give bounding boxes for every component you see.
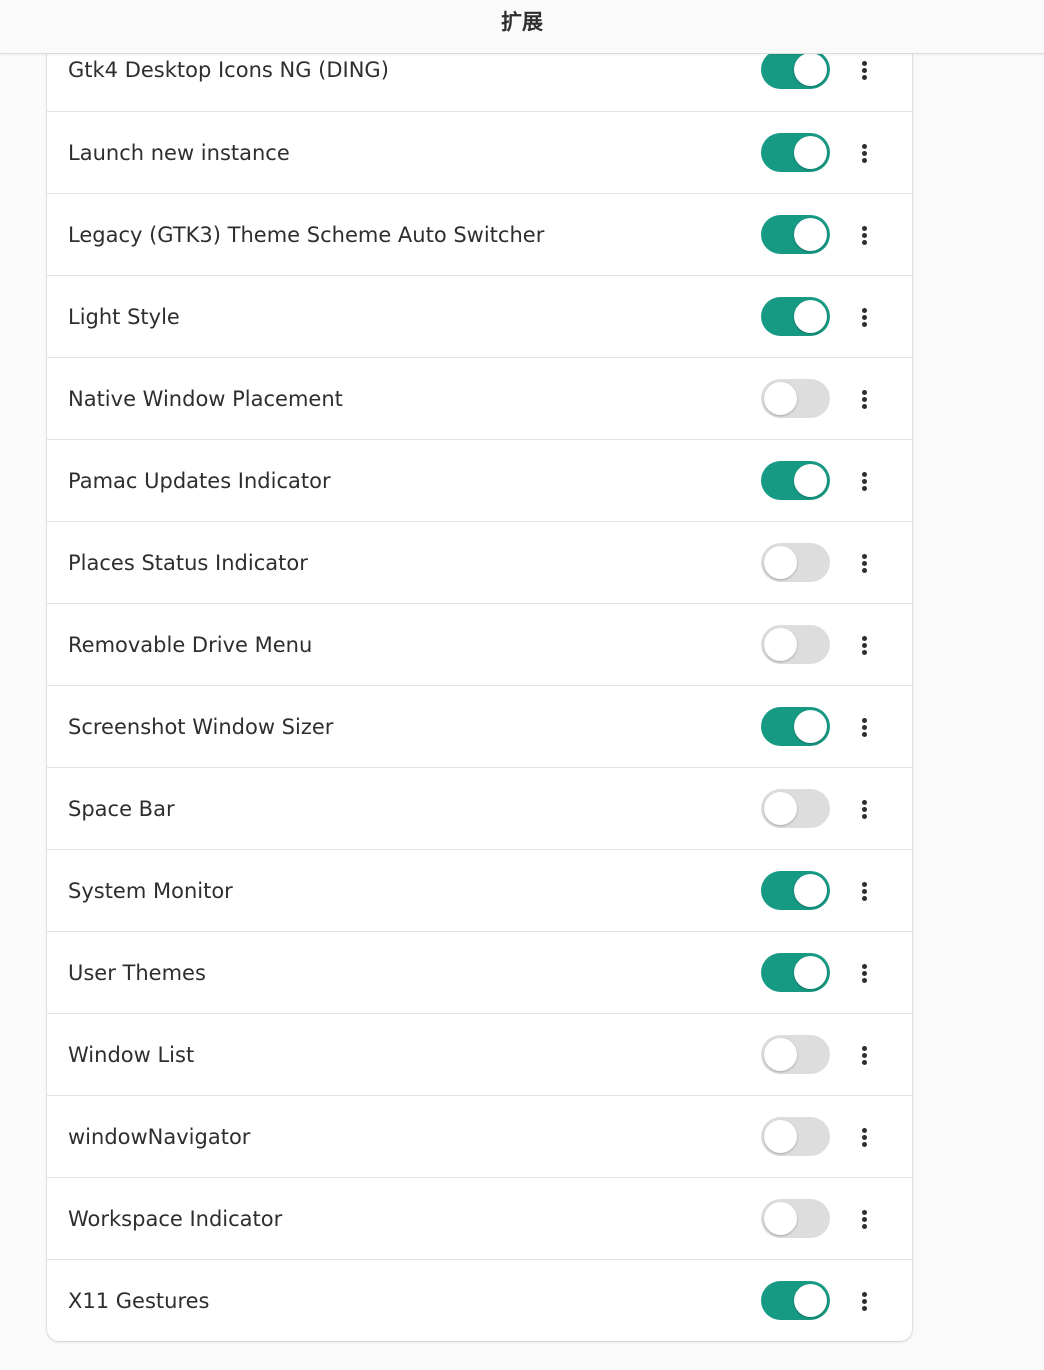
view-more-icon[interactable] [847,1116,881,1158]
toggle-knob [794,956,827,989]
extension-row: Workspace Indicator [47,1177,912,1259]
extension-name: Pamac Updates Indicator [68,469,331,493]
extension-toggle[interactable] [761,707,830,746]
toggle-knob [794,300,827,333]
view-more-icon[interactable] [847,1034,881,1076]
extension-toggle[interactable] [761,543,830,582]
extension-name: Light Style [68,305,180,329]
page-title: 扩展 [501,10,543,34]
extension-name: Launch new instance [68,141,290,165]
extension-row: Light Style [47,275,912,357]
toggle-knob [794,464,827,497]
extension-row: X11 Gestures [47,1259,912,1341]
view-more-icon[interactable] [847,952,881,994]
toggle-knob [794,218,827,251]
extension-row: Pamac Updates Indicator [47,439,912,521]
toggle-knob [794,53,827,86]
extension-toggle[interactable] [761,133,830,172]
view-more-icon[interactable] [847,49,881,91]
toggle-knob [764,1038,797,1071]
extension-name: X11 Gestures [68,1289,210,1313]
extension-row: windowNavigator [47,1095,912,1177]
toggle-knob [764,792,797,825]
extension-row: Legacy (GTK3) Theme Scheme Auto Switcher [47,193,912,275]
view-more-icon[interactable] [847,378,881,420]
extension-row: Screenshot Window Sizer [47,685,912,767]
extension-name: System Monitor [68,879,233,903]
extension-toggle[interactable] [761,215,830,254]
toggle-knob [764,1120,797,1153]
view-more-icon[interactable] [847,870,881,912]
view-more-icon[interactable] [847,460,881,502]
extension-name: windowNavigator [68,1125,251,1149]
extension-toggle[interactable] [761,1281,830,1320]
view-more-icon[interactable] [847,132,881,174]
toggle-knob [794,710,827,743]
extension-name: Places Status Indicator [68,551,308,575]
view-more-icon[interactable] [847,706,881,748]
extension-name: User Themes [68,961,206,985]
extension-toggle[interactable] [761,379,830,418]
extension-row: Removable Drive Menu [47,603,912,685]
extension-row: System Monitor [47,849,912,931]
extension-row: Launch new instance [47,111,912,193]
extension-name: Native Window Placement [68,387,343,411]
extension-row: Space Bar [47,767,912,849]
extension-name: Legacy (GTK3) Theme Scheme Auto Switcher [68,223,545,247]
toggle-knob [764,546,797,579]
toggle-knob [794,874,827,907]
toggle-knob [764,628,797,661]
extension-toggle[interactable] [761,297,830,336]
extension-name: Space Bar [68,797,175,821]
view-more-icon[interactable] [847,788,881,830]
extension-name: Screenshot Window Sizer [68,715,334,739]
header-bar: 扩展 [0,0,1044,54]
extension-row: Window List [47,1013,912,1095]
extension-row: User Themes [47,931,912,1013]
extension-toggle[interactable] [761,1035,830,1074]
toggle-knob [794,136,827,169]
view-more-icon[interactable] [847,214,881,256]
extension-toggle[interactable] [761,1199,830,1238]
view-more-icon[interactable] [847,624,881,666]
view-more-icon[interactable] [847,1280,881,1322]
extension-name: Window List [68,1043,195,1067]
toggle-knob [764,382,797,415]
toggle-knob [794,1284,827,1317]
extension-toggle[interactable] [761,625,830,664]
toggle-knob [764,1202,797,1235]
extension-row: Places Status Indicator [47,521,912,603]
extension-toggle[interactable] [761,789,830,828]
view-more-icon[interactable] [847,296,881,338]
extension-row: Native Window Placement [47,357,912,439]
extension-name: Removable Drive Menu [68,633,313,657]
extension-toggle[interactable] [761,1117,830,1156]
extensions-list: Gtk4 Desktop Icons NG (DING) Launch new … [47,29,912,1341]
extension-name: Workspace Indicator [68,1207,283,1231]
extension-toggle[interactable] [761,871,830,910]
view-more-icon[interactable] [847,542,881,584]
view-more-icon[interactable] [847,1198,881,1240]
extension-toggle[interactable] [761,953,830,992]
extension-toggle[interactable] [761,461,830,500]
extension-toggle[interactable] [761,50,830,89]
